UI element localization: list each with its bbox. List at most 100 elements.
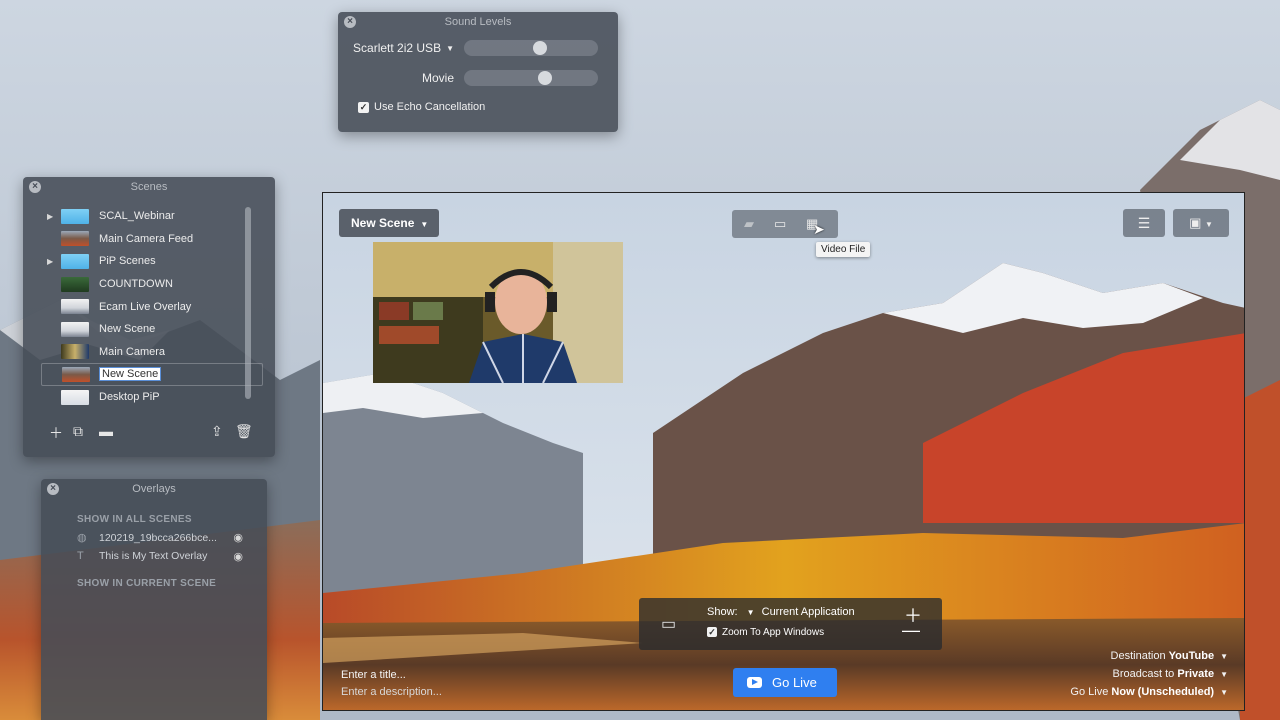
scene-item[interactable]: Desktop PiP <box>41 386 263 409</box>
broadcast-label: Broadcast to <box>1112 668 1175 680</box>
checkbox-checked-icon[interactable]: ✓ <box>358 101 369 113</box>
scene-label: PiP Scenes <box>99 255 156 268</box>
scene-dropdown[interactable]: New Scene ▼ <box>339 209 439 237</box>
movie-label: Movie <box>421 71 454 85</box>
camera-feed-image <box>373 242 623 383</box>
adjustments-button[interactable]: ☰ <box>1123 209 1165 237</box>
scene-label: Main Camera Feed <box>99 232 194 245</box>
screen-share-bar: ▭ Show: ▼ Current Application ✓ Zoom To A… <box>639 598 942 650</box>
folder-icon <box>61 208 89 224</box>
scene-thumbnail <box>61 344 89 360</box>
text-icon: T <box>77 550 84 562</box>
scene-folder[interactable]: ▶ PiP Scenes <box>41 250 263 273</box>
go-live-label: Go Live <box>772 675 817 690</box>
disclosure-triangle-icon[interactable]: ▶ <box>47 257 59 266</box>
input-level-row-scarlett: Scarlett 2i2 USB ▼ <box>338 38 618 58</box>
close-icon[interactable]: × <box>29 181 41 193</box>
overlay-item[interactable]: ◍ 120219_19bcca266bce... ◉ <box>77 531 243 545</box>
scene-dropdown-label: New Scene <box>351 216 415 230</box>
disclosure-triangle-icon[interactable]: ▶ <box>47 212 59 221</box>
slider-thumb[interactable] <box>537 71 552 85</box>
slider-thumb[interactable] <box>533 41 548 55</box>
close-icon[interactable]: × <box>344 16 356 28</box>
eye-icon[interactable]: ◉ <box>233 531 243 544</box>
echo-cancellation-label: Use Echo Cancellation <box>374 101 486 113</box>
chevron-down-icon: ▼ <box>1205 220 1213 229</box>
input-device-label: Scarlett 2i2 USB <box>353 41 442 55</box>
scene-toolbar: ＋ ⧉ ▬ ⇪ 🗑 <box>49 423 253 443</box>
title-field[interactable]: Enter a title... <box>341 669 406 681</box>
close-icon[interactable]: × <box>47 483 59 495</box>
overlays-title: × Overlays <box>41 479 267 499</box>
scene-label: Main Camera <box>99 345 166 358</box>
scene-thumbnail <box>61 299 89 315</box>
scene-item[interactable]: Main Camera <box>41 341 263 364</box>
globe-icon: ◍ <box>77 532 87 544</box>
panel-title-text: Overlays <box>132 483 176 495</box>
scenes-panel: × Scenes ▶ SCAL_Webinar Main Camera Feed ▶ P… <box>23 177 275 457</box>
destination-value: YouTube <box>1168 650 1215 662</box>
tooltip: Video File <box>816 242 871 257</box>
broadcast-value: Private <box>1177 668 1215 680</box>
share-icon[interactable]: ⇪ <box>211 423 223 440</box>
input-level-slider[interactable] <box>464 40 598 56</box>
sound-levels-title: × Sound Levels <box>338 12 618 32</box>
show-label: Show: <box>707 606 738 618</box>
section-header-all-scenes: SHOW IN ALL SCENES <box>77 514 192 525</box>
scene-label: COUNTDOWN <box>99 278 173 291</box>
scene-list: ▶ SCAL_Webinar Main Camera Feed ▶ PiP Scenes… <box>41 205 263 408</box>
camera-feed-pip[interactable] <box>373 242 623 383</box>
scene-thumbnail <box>61 389 89 405</box>
scene-thumbnail <box>62 366 90 382</box>
show-value: Current Application <box>761 606 855 618</box>
overlay-label: 120219_19bcca266bce... <box>99 531 217 544</box>
chevron-down-icon: ▼ <box>1220 652 1228 661</box>
folder-icon <box>61 253 89 269</box>
destination-label: Destination <box>1110 650 1166 662</box>
scene-folder[interactable]: ▶ SCAL_Webinar <box>41 205 263 228</box>
scene-item[interactable]: Main Camera Feed <box>41 228 263 251</box>
trash-icon[interactable]: 🗑 <box>235 423 253 440</box>
display-icon[interactable]: ▭ <box>774 216 786 232</box>
scene-label: SCAL_Webinar <box>99 210 175 223</box>
scene-label[interactable]: New Scene <box>98 367 162 382</box>
scene-thumbnail <box>61 321 89 337</box>
checkbox-checked-icon[interactable]: ✓ <box>707 627 717 638</box>
scene-thumbnail <box>61 231 89 247</box>
go-live-button[interactable]: Go Live <box>733 668 837 697</box>
overlays-panel: × Overlays SHOW IN ALL SCENES ◍ 120219_1… <box>41 479 267 720</box>
chevron-down-icon: ▼ <box>420 220 429 229</box>
plus-icon[interactable]: ＋ <box>49 423 63 443</box>
sound-levels-panel: × Sound Levels Scarlett 2i2 USB ▼ Movie ✓… <box>338 12 618 132</box>
input-device-dropdown[interactable]: Scarlett 2i2 USB ▼ <box>353 41 454 55</box>
duplicate-icon[interactable]: ⧉ <box>73 423 83 440</box>
description-field[interactable]: Enter a description... <box>341 686 442 698</box>
scene-item[interactable]: New Scene <box>41 318 263 341</box>
scene-label: Ecam Live Overlay <box>99 300 192 313</box>
scene-item[interactable]: Ecam Live Overlay <box>41 295 263 318</box>
mouse-cursor-icon: ➤ <box>813 221 825 237</box>
eye-icon[interactable]: ◉ <box>233 550 243 563</box>
scene-item[interactable]: New Scene <box>41 363 263 386</box>
chevron-down-icon: ▼ <box>1220 688 1228 697</box>
scrollbar[interactable] <box>245 207 251 399</box>
overlay-item[interactable]: T This is My Text Overlay ◉ <box>77 550 243 563</box>
new-folder-icon[interactable]: ▬ <box>99 423 113 439</box>
chevron-down-icon: ▼ <box>1220 670 1228 679</box>
zoom-to-app-toggle[interactable]: ✓ Zoom To App Windows <box>707 627 824 638</box>
scene-label: Desktop PiP <box>99 391 160 404</box>
destination-selector[interactable]: Destination YouTube ▼ <box>1111 650 1228 662</box>
schedule-selector[interactable]: Go Live Now (Unscheduled) ▼ <box>1070 686 1228 698</box>
movie-level-slider[interactable] <box>464 70 598 86</box>
scene-item[interactable]: COUNTDOWN <box>41 273 263 296</box>
panel-title-text: Sound Levels <box>444 16 512 28</box>
echo-cancellation-toggle[interactable]: ✓ Use Echo Cancellation <box>358 101 485 113</box>
show-selector[interactable]: Show: ▼ Current Application <box>707 606 855 618</box>
background-image-button[interactable]: ▣ ▼ <box>1173 209 1229 237</box>
camera-icon[interactable]: ▰ <box>744 216 754 232</box>
minus-icon[interactable]: — <box>902 620 920 641</box>
chevron-down-icon: ▼ <box>746 608 755 617</box>
broadcast-privacy-selector[interactable]: Broadcast to Private ▼ <box>1113 668 1228 680</box>
sliders-icon: ☰ <box>1137 215 1151 231</box>
zoom-label: Zoom To App Windows <box>722 627 825 638</box>
